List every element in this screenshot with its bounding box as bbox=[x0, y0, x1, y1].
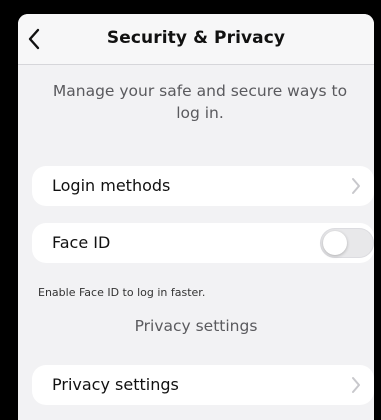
security-privacy-screen: Security & Privacy Manage your safe and … bbox=[18, 14, 374, 420]
toggle-knob bbox=[323, 231, 347, 255]
face-id-row: Face ID bbox=[32, 223, 374, 263]
face-id-label: Face ID bbox=[52, 233, 111, 252]
login-methods-row[interactable]: Login methods bbox=[32, 166, 374, 206]
page-subtitle: Manage your safe and secure ways to log … bbox=[52, 82, 348, 122]
privacy-settings-row[interactable]: Privacy settings bbox=[32, 365, 374, 405]
page-title: Security & Privacy bbox=[106, 28, 286, 48]
login-methods-label: Login methods bbox=[52, 176, 171, 195]
chevron-right-icon bbox=[352, 377, 360, 393]
chevron-right-icon bbox=[352, 178, 360, 194]
privacy-settings-label: Privacy settings bbox=[52, 375, 179, 394]
nav-header: Security & Privacy bbox=[18, 14, 374, 65]
face-id-toggle[interactable] bbox=[320, 228, 374, 258]
face-id-helper-text: Enable Face ID to log in faster. bbox=[38, 286, 206, 299]
privacy-section-title: Privacy settings bbox=[134, 317, 258, 335]
